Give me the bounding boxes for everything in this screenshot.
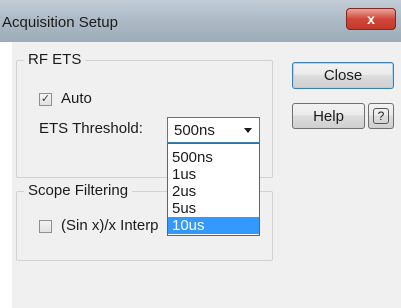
auto-label: Auto (61, 90, 92, 107)
chevron-down-icon (244, 128, 252, 133)
window-close-button[interactable]: x (346, 8, 396, 30)
checkmark-icon: ✓ (40, 93, 51, 105)
window-title: Acquisition Setup (2, 14, 118, 31)
sinx-interp-checkbox[interactable] (39, 220, 52, 233)
question-icon: ? (373, 108, 389, 124)
close-button[interactable]: Close (292, 62, 394, 89)
dropdown-option-1us[interactable]: 1us (168, 166, 259, 183)
ets-threshold-label: ETS Threshold: (39, 120, 143, 137)
sinx-interp-label: (Sin x)/x Interp (61, 217, 159, 234)
context-help-button[interactable]: ? (368, 103, 394, 129)
scope-filtering-group-label: Scope Filtering (24, 182, 133, 199)
auto-checkbox[interactable]: ✓ (39, 93, 52, 106)
dropdown-option-500ns[interactable]: 500ns (168, 149, 259, 166)
help-button[interactable]: Help (292, 103, 365, 129)
ets-threshold-value: 500ns (174, 122, 215, 139)
close-button-label: Close (323, 67, 363, 84)
title-bar[interactable]: Acquisition Setup x (0, 0, 401, 42)
acquisition-setup-dialog: Acquisition Setup x RF ETS ✓ Auto ETS Th… (0, 0, 401, 308)
dialog-client-area: RF ETS ✓ Auto ETS Threshold: 500ns Scope… (12, 42, 401, 308)
close-icon: x (367, 11, 375, 27)
dropdown-option-10us[interactable]: 10us (168, 217, 259, 234)
ets-threshold-select[interactable]: 500ns (167, 117, 260, 143)
help-button-label: Help (313, 107, 344, 125)
rf-ets-group-label: RF ETS (24, 51, 86, 68)
dropdown-option-5us[interactable]: 5us (168, 200, 259, 217)
ets-threshold-dropdown-list[interactable]: 500ns 1us 2us 5us 10us (167, 143, 260, 236)
dropdown-option-2us[interactable]: 2us (168, 183, 259, 200)
